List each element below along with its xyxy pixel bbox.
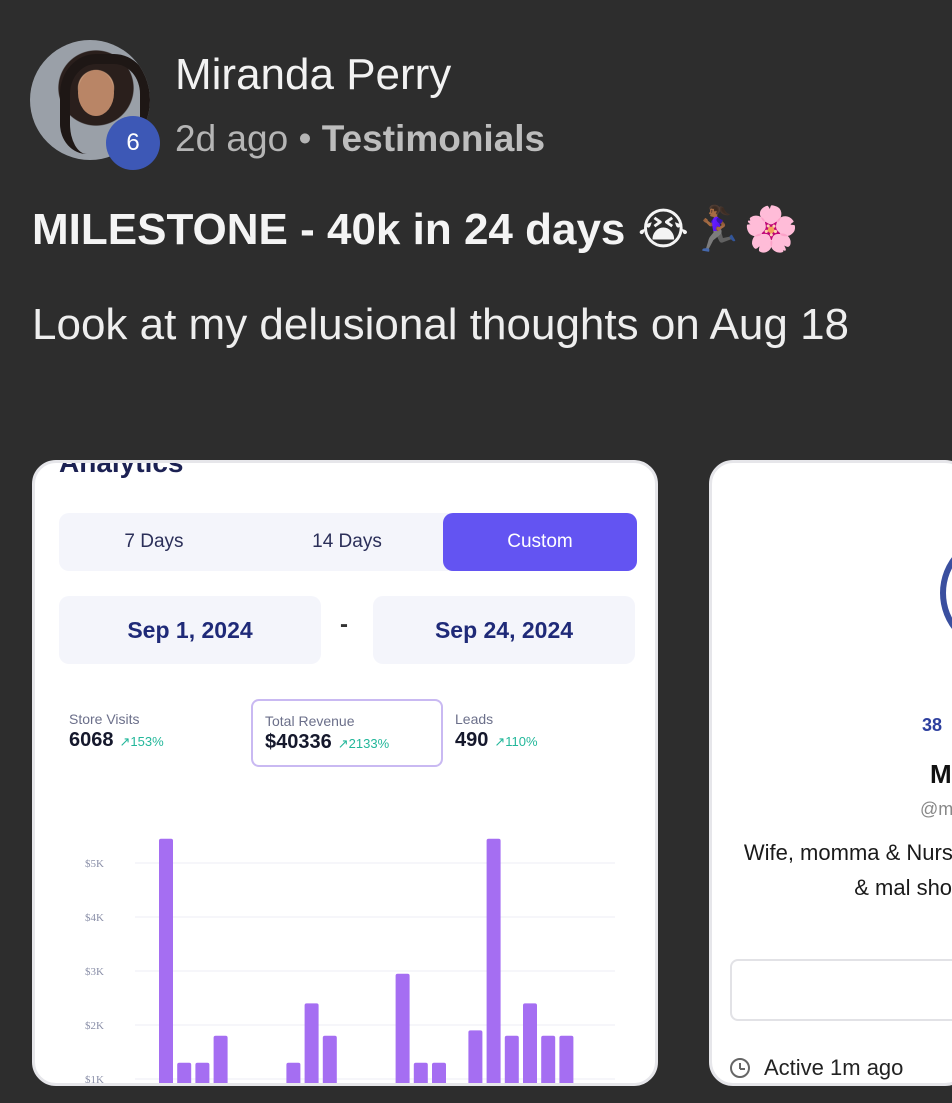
revenue-bar[interactable] [213, 1035, 228, 1086]
clock-icon [730, 1058, 750, 1078]
y-tick-label: $1K [85, 1074, 104, 1086]
date-range-dash: - [340, 611, 348, 638]
revenue-bar[interactable] [486, 838, 501, 1086]
post-body: Look at my delusional thoughts on Aug 18 [32, 300, 850, 349]
revenue-bar[interactable] [159, 838, 173, 1086]
author-name[interactable]: Miranda Perry [175, 50, 451, 100]
revenue-bar-chart: $1K $2K $3K $4K $5K [85, 838, 615, 1086]
stat-value: $40336 ↗2133% [265, 731, 390, 753]
revenue-bar[interactable] [322, 1035, 337, 1086]
title-emojis: 😭🏃🏾‍♀️🌸 [637, 205, 799, 254]
active-status: Active 1m ago [730, 1055, 903, 1081]
stat-change: ↗110% [494, 734, 538, 749]
revenue-bar[interactable] [523, 1003, 537, 1086]
y-tick-label: $3K [85, 966, 104, 978]
revenue-bar[interactable] [195, 1062, 210, 1086]
profile-avatar-ring [940, 533, 952, 653]
post-time: 2d ago [175, 118, 289, 159]
revenue-bar[interactable] [504, 1035, 519, 1086]
end-date-field[interactable]: Sep 24, 2024 [373, 596, 635, 664]
stat-label: Leads [455, 711, 494, 727]
stat-change: ↗2133% [337, 736, 390, 751]
start-date-field[interactable]: Sep 1, 2024 [59, 596, 321, 664]
post-title: MILESTONE - 40k in 24 days 😭🏃🏾‍♀️🌸 [32, 203, 799, 255]
revenue-bar[interactable] [468, 1030, 483, 1086]
revenue-bar[interactable] [541, 1035, 556, 1086]
revenue-bar[interactable] [559, 1035, 574, 1086]
stat-label: Store Visits [69, 711, 140, 727]
revenue-bar[interactable] [177, 1062, 192, 1086]
revenue-bar[interactable] [413, 1062, 428, 1086]
profile-bio: Wife, momma & Nurs quitting nursing & ma… [743, 840, 952, 900]
tab-7-days[interactable]: 7 Days [59, 513, 249, 571]
tab-custom[interactable]: Custom [443, 513, 637, 571]
level-badge: 6 [106, 116, 160, 170]
tab-14-days[interactable]: 14 Days [249, 513, 445, 571]
stat-value: 490 ↗110% [455, 729, 538, 751]
profile-name: M [930, 759, 952, 789]
meta-separator: • [298, 118, 312, 159]
y-tick-label: $4K [85, 912, 104, 924]
date-range-tabs: 7 Days 14 Days Custom [59, 513, 637, 571]
revenue-bar[interactable] [432, 1062, 446, 1086]
revenue-bar[interactable] [304, 1003, 319, 1086]
profile-handle: @m [920, 799, 952, 819]
y-tick-label: $5K [85, 858, 104, 870]
avatar-face [78, 70, 114, 116]
y-tick-label: $2K [85, 1020, 104, 1032]
stat-store-visits: Store Visits 6068 ↗153% [69, 711, 164, 752]
active-status-text: Active 1m ago [764, 1055, 904, 1080]
analytics-heading: Analytics [59, 460, 184, 478]
post-title-text: MILESTONE - 40k in 24 days [32, 205, 626, 254]
stat-change: ↗153% [119, 734, 164, 749]
profile-input-field[interactable] [730, 959, 952, 1021]
stat-label: Total Revenue [265, 713, 355, 729]
attachment-image-analytics[interactable]: Analytics 7 Days 14 Days Custom Sep 1, 2… [32, 460, 658, 1086]
stat-total-revenue[interactable]: Total Revenue $40336 ↗2133% [251, 699, 443, 767]
attachment-image-profile[interactable]: 38 M @m Wife, momma & Nurs quitting nurs… [709, 460, 952, 1086]
post-meta: 2d ago • Testimonials [175, 118, 545, 160]
stat-leads: Leads 490 ↗110% [455, 711, 538, 752]
profile-count: 38 [922, 715, 943, 735]
stat-value: 6068 ↗153% [69, 729, 164, 751]
revenue-bar[interactable] [395, 973, 410, 1086]
revenue-bar[interactable] [286, 1062, 301, 1086]
post-category[interactable]: Testimonials [322, 118, 545, 159]
